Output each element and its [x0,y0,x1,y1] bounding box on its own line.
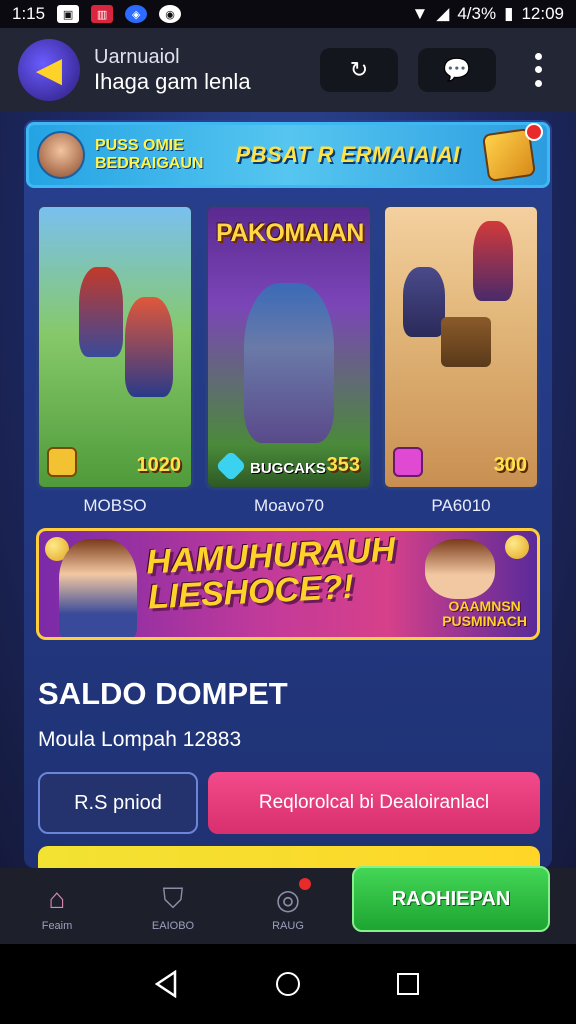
coin-icon [505,535,529,559]
banner-center-text: PBSAT R ERMAIAIAI [235,142,460,167]
app-titles: Uarnuaiol Ihaga gam lenla [94,46,251,94]
card-label: PA6010 [431,496,491,515]
nav-label: RAUG [272,920,304,932]
nav-label: Feaim [41,920,73,932]
nav-label: EAIOBO [151,920,195,932]
nav-item-saldo[interactable]: ⛉ EAIOBO [128,876,218,938]
home-circle-icon[interactable] [268,964,308,1004]
chat-icon: 💬 [443,57,471,82]
nav-item-home[interactable]: ⌂ Feaim [12,876,102,938]
signal-icon: ◢ [436,4,450,23]
pirate-avatar [37,131,85,179]
warrior-figure [244,283,334,443]
promo-banner[interactable]: HAMUHURAUH LIESHOCE?! OAAMNSN PUSMINACH [36,528,540,640]
status-battery: 4/3% [457,4,497,23]
promo-side-line2: PUSMINACH [442,613,527,630]
promo-character-left [59,539,137,637]
nav-item-rank[interactable]: ◎ RAUG [243,876,333,938]
more-menu-button[interactable] [524,50,552,90]
hero-figure [79,267,123,357]
status-right: ▼ ◢ 4/3% ▮ 12:09 [411,4,564,24]
banner-left-line1: PUSS OMIE [95,136,184,154]
battery-icon: ▮ [504,4,514,23]
app-bar: ◀ Uarnuaiol Ihaga gam lenla ↻ 💬 [0,28,576,112]
notification-badge [299,878,311,890]
banner-left-text: PUSS OMIE BEDRAIGAUN [95,137,203,174]
coin-icon [47,447,77,477]
app-badge-icon: ▥ [91,5,114,23]
card-price: 300 [493,454,527,476]
wallet-subtitle: Moula Lompah 12883 [38,728,242,751]
cta-button[interactable]: RAOHIEPAN [352,866,550,932]
more-dot [534,66,542,74]
wifi-icon: ▼ [411,4,429,23]
recent-apps-icon[interactable] [388,964,428,1004]
yellow-action-strip[interactable] [38,846,540,868]
promo-headline: HAMUHURAUH LIESHOCE?! [145,531,398,616]
card-label: Moavo70 [254,496,324,515]
notification-badge [525,123,543,141]
refresh-button[interactable]: ↻ [320,48,398,92]
more-dot [534,53,542,61]
gem-icon [393,447,423,477]
app-title-line1: Uarnuaiol [94,45,180,68]
back-icon[interactable] [146,964,186,1004]
home-icon: ⌂ [48,883,66,914]
card-price: 353 [326,454,360,476]
hero-figure [473,221,513,301]
status-time-left: 1:15 [12,4,46,23]
hero-figure [125,297,173,397]
image-icon: ▣ [57,5,80,23]
system-nav [0,944,576,1024]
wallet-title: SALDO DOMPET [38,676,288,711]
refresh-icon: ↻ [349,57,369,82]
primary-button[interactable]: Reqlorolcal bi Dealoiranlacl [208,772,540,834]
top-event-banner[interactable]: PUSS OMIE BEDRAIGAUN PBSAT R ERMAIAIAI [26,122,550,188]
card-title-art: PAKOMAIAN [216,219,364,247]
hero-figure [403,267,445,337]
promo-character-right [425,539,495,599]
more-dot [534,79,542,87]
promo-side-line1: OAAMNSN [448,598,521,614]
status-bar: 1:15 ▣ ▥ ◈ ◉ ▼ ◢ 4/3% ▮ 12:09 [0,0,576,28]
card-label: MOBSO [83,496,147,515]
secondary-button[interactable]: R.S pniod [38,772,198,834]
game-card[interactable]: 300 [382,204,540,490]
status-time-right: 12:09 [521,4,564,23]
banner-left-line2: BEDRAIGAUN [95,155,204,172]
app-title-line2: Ihaga gam lenla [94,68,251,94]
wallet-icon: ⛉ [162,882,184,914]
game-card[interactable]: PAKOMAIAN BUGCAKS 353 [205,204,373,490]
promo-side-text: OAAMNSN PUSMINACH [442,598,527,630]
chat-button[interactable]: 💬 [418,48,496,92]
gem-icon [215,450,247,482]
browser-icon: ◈ [125,5,148,23]
hut-figure [441,317,491,367]
game-card[interactable]: 1020 [36,204,194,490]
back-arrow-icon[interactable]: ◀ [18,39,80,101]
card-price: 1020 [136,454,182,476]
card-tag: BUGCAKS [250,460,326,477]
status-left: 1:15 ▣ ▥ ◈ ◉ [12,4,182,24]
shield-icon: ◉ [159,5,182,23]
